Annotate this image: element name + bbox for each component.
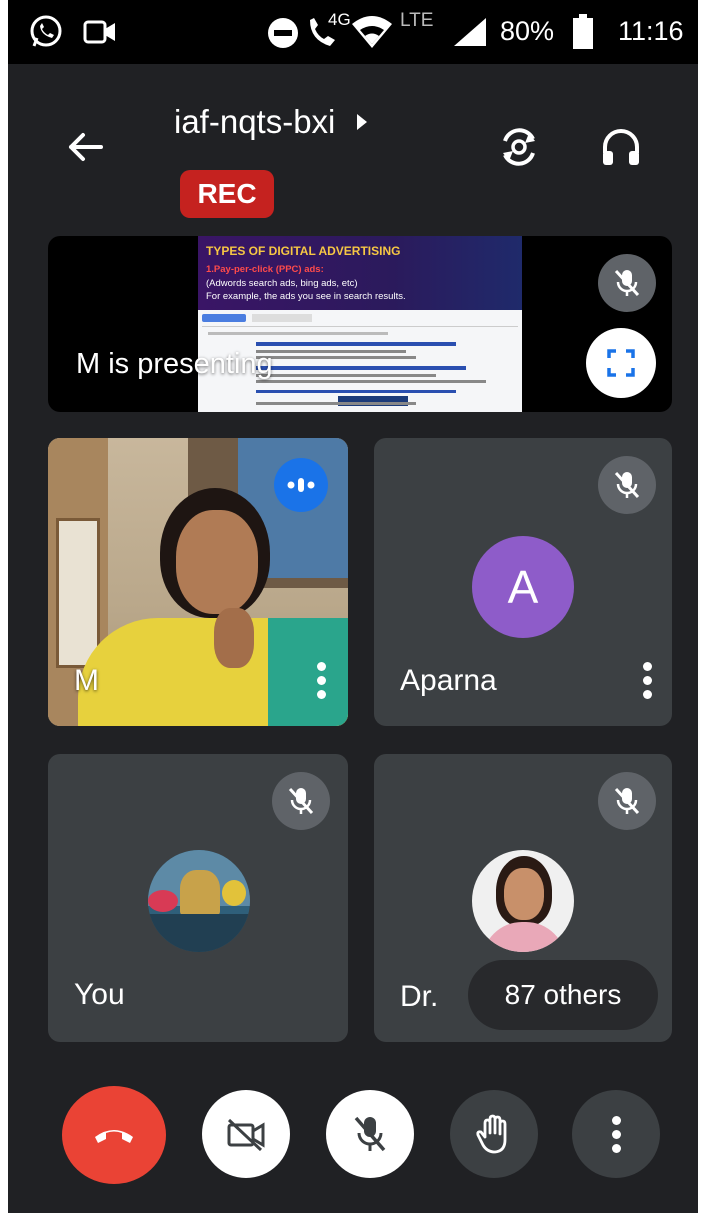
caret-right-icon xyxy=(357,114,368,130)
fullscreen-icon xyxy=(607,349,635,377)
fullscreen-button[interactable] xyxy=(586,328,656,398)
hand-icon xyxy=(476,1114,507,1154)
arrow-back-icon xyxy=(69,133,103,161)
mic-off-icon xyxy=(614,787,640,815)
slide-line-2: (Adwords search ads, bing ads, etc) xyxy=(206,278,358,289)
speaking-indicator xyxy=(274,458,328,512)
status-bar: 4G LTE 80% 11:16 xyxy=(8,0,698,64)
others-chip[interactable]: 87 others xyxy=(468,960,658,1030)
raise-hand-button[interactable] xyxy=(450,1090,538,1178)
wifi-icon xyxy=(350,14,394,55)
participant-tile-m[interactable]: M xyxy=(48,438,348,726)
whatsapp-icon xyxy=(28,14,64,55)
battery-icon xyxy=(572,14,594,55)
rec-label: REC xyxy=(197,178,257,209)
audio-level-icon xyxy=(287,478,315,492)
participant-name-m: M xyxy=(74,664,99,697)
others-count: 87 others xyxy=(504,979,622,1010)
slide-line-3: For example, the ads you see in search r… xyxy=(206,291,406,302)
meeting-code: iaf-nqts-bxi xyxy=(174,103,336,140)
presentation-tile[interactable]: TYPES OF DIGITAL ADVERTISING 1.Pay-per-c… xyxy=(48,236,672,412)
more-vert-icon xyxy=(611,1115,621,1153)
audio-output-button[interactable] xyxy=(590,116,652,178)
slide-line-1: 1.Pay-per-click (PPC) ads: xyxy=(206,264,324,275)
mic-off-icon xyxy=(614,471,640,499)
more-options-button[interactable] xyxy=(572,1090,660,1178)
avatar xyxy=(472,850,574,952)
participant-tile-aparna[interactable]: A Aparna xyxy=(374,438,672,726)
mic-off-icon xyxy=(288,787,314,815)
participant-name-dr: Dr. xyxy=(400,980,439,1013)
network-4g-label: 4G xyxy=(328,10,351,29)
avatar: A xyxy=(472,536,574,638)
presenting-label: M is presenting xyxy=(76,348,273,380)
network-lte-label: LTE xyxy=(400,10,434,31)
switch-camera-icon xyxy=(503,128,535,166)
do-not-disturb-icon xyxy=(266,16,300,55)
call-end-icon xyxy=(95,1130,133,1143)
m-more-options-button[interactable] xyxy=(316,662,326,699)
meeting-title[interactable]: iaf-nqts-bxi xyxy=(174,100,373,144)
slide-header: TYPES OF DIGITAL ADVERTISING 1.Pay-per-c… xyxy=(198,236,522,310)
avatar-initial: A xyxy=(507,561,539,613)
participant-name-you: You xyxy=(74,978,125,1011)
presentation-mute-badge xyxy=(598,254,656,312)
app-bar: iaf-nqts-bxi REC xyxy=(8,64,698,234)
mic-off-icon xyxy=(614,269,640,297)
battery-percent: 80% xyxy=(500,16,555,46)
you-mute-badge xyxy=(272,772,330,830)
camera-toggle-button[interactable] xyxy=(202,1090,290,1178)
participant-tile-dr[interactable]: Dr. 87 others xyxy=(374,754,672,1042)
headphones-icon xyxy=(603,129,639,165)
signal-icon xyxy=(452,16,488,53)
aparna-mute-badge xyxy=(598,456,656,514)
participant-tile-you[interactable]: You xyxy=(48,754,348,1042)
dr-mute-badge xyxy=(598,772,656,830)
shared-slide: TYPES OF DIGITAL ADVERTISING 1.Pay-per-c… xyxy=(198,236,522,412)
video-camera-icon xyxy=(82,18,118,51)
mic-toggle-button[interactable] xyxy=(326,1090,414,1178)
slide-title: TYPES OF DIGITAL ADVERTISING xyxy=(206,244,401,258)
clock: 11:16 xyxy=(618,16,684,46)
mic-off-icon xyxy=(354,1116,386,1152)
meet-screen: 4G LTE 80% 11:16 iaf-nqts-bxi REC TYPES … xyxy=(8,0,698,1213)
video-off-icon xyxy=(227,1118,265,1151)
participant-name-aparna: Aparna xyxy=(400,664,497,697)
call-controls xyxy=(8,1060,698,1213)
back-button[interactable] xyxy=(56,118,114,176)
avatar xyxy=(148,850,250,952)
switch-camera-button[interactable] xyxy=(488,116,550,178)
aparna-more-options-button[interactable] xyxy=(642,662,652,699)
rec-badge: REC xyxy=(180,170,274,218)
end-call-button[interactable] xyxy=(62,1086,166,1184)
